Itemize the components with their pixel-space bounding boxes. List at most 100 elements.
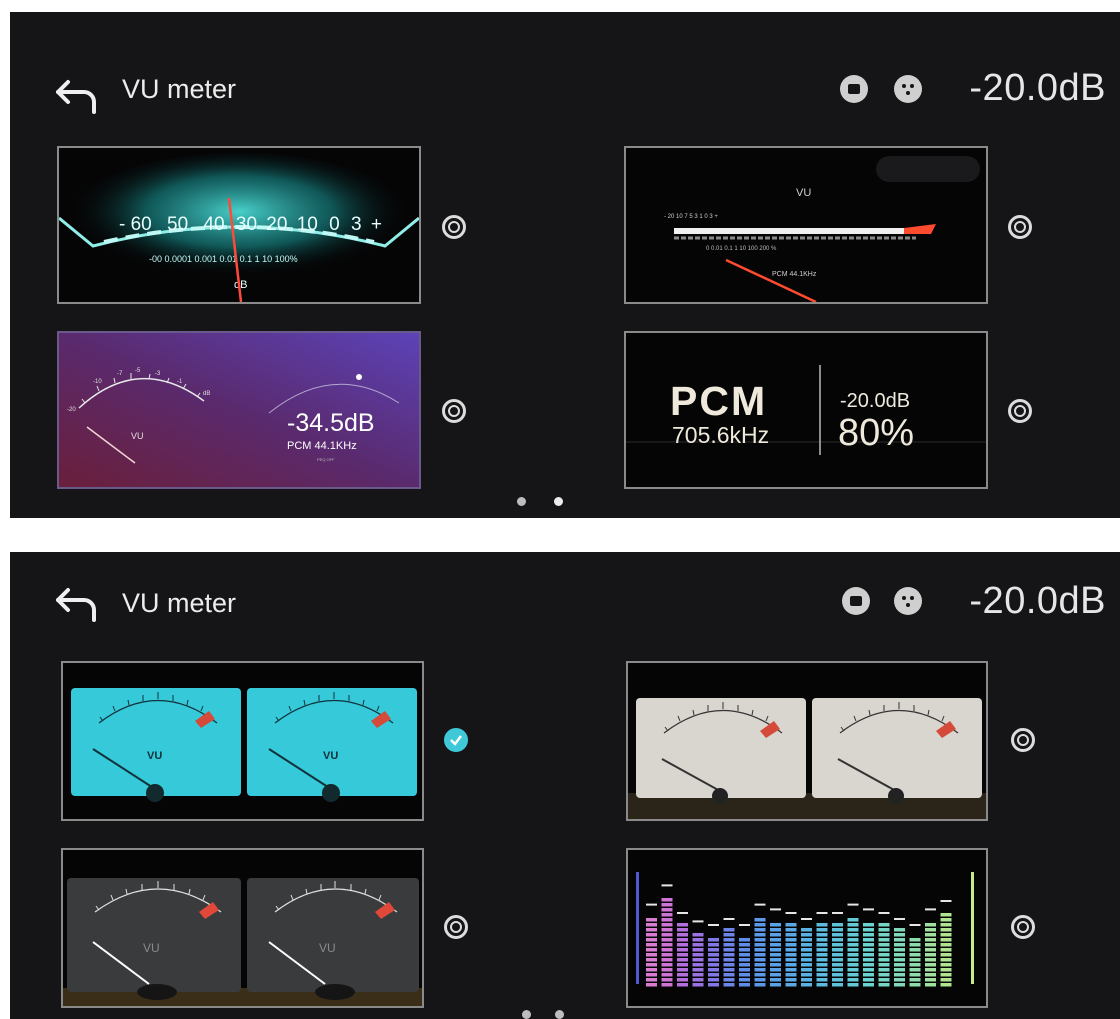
radio-spectrum[interactable] <box>1011 915 1035 939</box>
vu-style-card-spectrum[interactable] <box>626 848 988 1008</box>
spectrum-bar <box>770 908 781 987</box>
linear-needle <box>725 258 817 302</box>
page-title: VU meter <box>122 74 237 104</box>
spectrum-peak <box>878 912 890 914</box>
radio-linear[interactable] <box>1008 215 1032 239</box>
radio-teal-arc[interactable] <box>442 215 466 239</box>
back-arrow-icon[interactable] <box>54 76 104 116</box>
digital-percent: 80% <box>838 412 914 454</box>
svg-text:-10: -10 <box>93 379 102 385</box>
white-meter-right <box>812 698 982 804</box>
spectrum-peak <box>940 900 952 902</box>
volume-readout: -20.0dB <box>969 580 1106 622</box>
digital-readout-preview: PCM 705.6kHz -20.0dB 80% <box>626 365 986 455</box>
spectrum-bar <box>708 924 719 987</box>
linear-scale-top: - 20 10 7 5 3 1 0 3 + <box>664 214 718 220</box>
vu-style-card-linear[interactable]: VU - 20 10 7 5 3 1 0 3 + 0 0.01 0.1 1 10… <box>624 146 988 304</box>
spectrum-bar <box>847 903 859 987</box>
spectrum-peak <box>847 903 859 906</box>
blue-meter-right: VU <box>247 688 417 802</box>
dark-meter-left: VU <box>67 878 241 1000</box>
svg-text:VU: VU <box>147 750 162 762</box>
page-dot-1[interactable] <box>522 1010 531 1019</box>
radio-dark-twin[interactable] <box>444 915 468 939</box>
vu-style-card-digital[interactable]: PCM 705.6kHz -20.0dB 80% <box>624 331 988 489</box>
spectrum-bar <box>661 884 673 987</box>
spectrum-bar <box>940 900 952 987</box>
xlr-output-icon <box>894 75 922 103</box>
teal-arc-meter-preview: - 60 50 40 30 20 10 0 3 + -00 0.0001 0.0… <box>59 153 419 302</box>
spectrum-peak <box>801 918 812 920</box>
vu-style-card-white-twin[interactable]: VU <box>626 661 988 821</box>
linear-scale-bottom: 0 0.01 0.1 1 10 100 200 % <box>706 246 777 252</box>
spectrum-bar <box>785 912 797 987</box>
svg-text:-20: -20 <box>67 407 76 413</box>
back-arrow-icon[interactable] <box>54 584 104 624</box>
vu-style-card-blue-twin[interactable]: VU VU <box>61 661 424 821</box>
spectrum-peak <box>770 908 781 911</box>
radio-blue-twin-selected[interactable] <box>444 728 468 752</box>
spectrum-peak <box>692 920 704 923</box>
vu-style-card-dark-twin[interactable]: VU VU <box>61 848 424 1008</box>
page-dot-2[interactable] <box>555 1010 564 1019</box>
spectrum-bar <box>909 924 921 987</box>
spectrum-bar <box>739 924 750 987</box>
vu-meter-screen-page-1: VU meter -20.0dB - 60 50 40 30 20 10 0 3… <box>10 12 1120 518</box>
spectrum-peak <box>816 912 828 914</box>
blue-twin-preview: VU VU <box>71 688 417 802</box>
spectrum-peak <box>723 918 735 920</box>
volume-readout: -20.0dB <box>969 67 1106 109</box>
gauge-note: PEQ OFF <box>317 457 335 462</box>
spectrum-peak <box>754 903 766 906</box>
spectrum-bar <box>677 912 688 987</box>
svg-text:dB: dB <box>203 391 210 397</box>
spectrum-peak <box>677 912 688 914</box>
gauge-level: -34.5dB <box>287 409 375 437</box>
spectrum-peak <box>708 924 719 926</box>
spectrum-preview <box>636 872 974 987</box>
linear-source-label: PCM 44.1KHz <box>772 271 817 278</box>
purple-gauge-preview: -20 -10 -7 -5 -3 -1 dB VU -34.5dB PCM 44… <box>59 333 419 487</box>
white-meter-left <box>636 698 806 804</box>
svg-text:-3: -3 <box>155 371 161 377</box>
svg-text:VU: VU <box>143 941 160 955</box>
spectrum-peak <box>894 918 905 920</box>
spectrum-bar <box>878 912 890 987</box>
page-dot-1[interactable] <box>517 497 526 506</box>
gauge-source: PCM 44.1KHz <box>287 440 357 452</box>
radio-digital[interactable] <box>1008 399 1032 423</box>
spectrum-bar <box>754 903 766 987</box>
svg-text:VU: VU <box>628 663 630 664</box>
spectrum-peak <box>909 924 921 926</box>
gauge-marker <box>356 374 362 380</box>
spectrum-peak <box>785 912 797 914</box>
spectrum-bar <box>863 908 874 987</box>
svg-text:-1: -1 <box>177 379 183 385</box>
digital-rate: 705.6kHz <box>672 422 769 448</box>
svg-text:-7: -7 <box>117 371 123 377</box>
white-twin-preview: VU <box>628 663 986 819</box>
spectrum-bar <box>832 912 843 987</box>
vu-style-card-purple[interactable]: -20 -10 -7 -5 -3 -1 dB VU -34.5dB PCM 44… <box>57 331 421 489</box>
digital-volume: -20.0dB <box>840 390 910 412</box>
page-dot-2[interactable] <box>554 497 563 506</box>
vu-style-card-teal-arc[interactable]: - 60 50 40 30 20 10 0 3 + -00 0.0001 0.0… <box>57 146 421 304</box>
spectrum-peak <box>661 884 673 887</box>
spectrum-bar <box>925 908 936 987</box>
radio-purple-gauge[interactable] <box>442 399 466 423</box>
spectrum-bar <box>692 920 704 987</box>
radio-white-twin[interactable] <box>1011 728 1035 752</box>
vu-meter-screen-page-2: VU meter -20.0dB VU VU VU VU VU <box>10 552 1120 1019</box>
xlr-output-icon <box>894 587 922 615</box>
svg-text:VU: VU <box>323 750 338 762</box>
input-source-icon <box>840 75 868 103</box>
linear-meter-preview: VU - 20 10 7 5 3 1 0 3 + 0 0.01 0.1 1 10… <box>664 156 980 302</box>
spectrum-peak <box>863 908 874 911</box>
spectrum-peak <box>646 903 657 906</box>
blue-meter-left: VU <box>71 688 241 802</box>
spectrum-bar <box>894 918 905 987</box>
spectrum-bar <box>723 918 735 987</box>
spectrum-peak <box>925 908 936 911</box>
input-source-icon <box>842 587 870 615</box>
dark-meter-right: VU <box>247 878 419 1000</box>
